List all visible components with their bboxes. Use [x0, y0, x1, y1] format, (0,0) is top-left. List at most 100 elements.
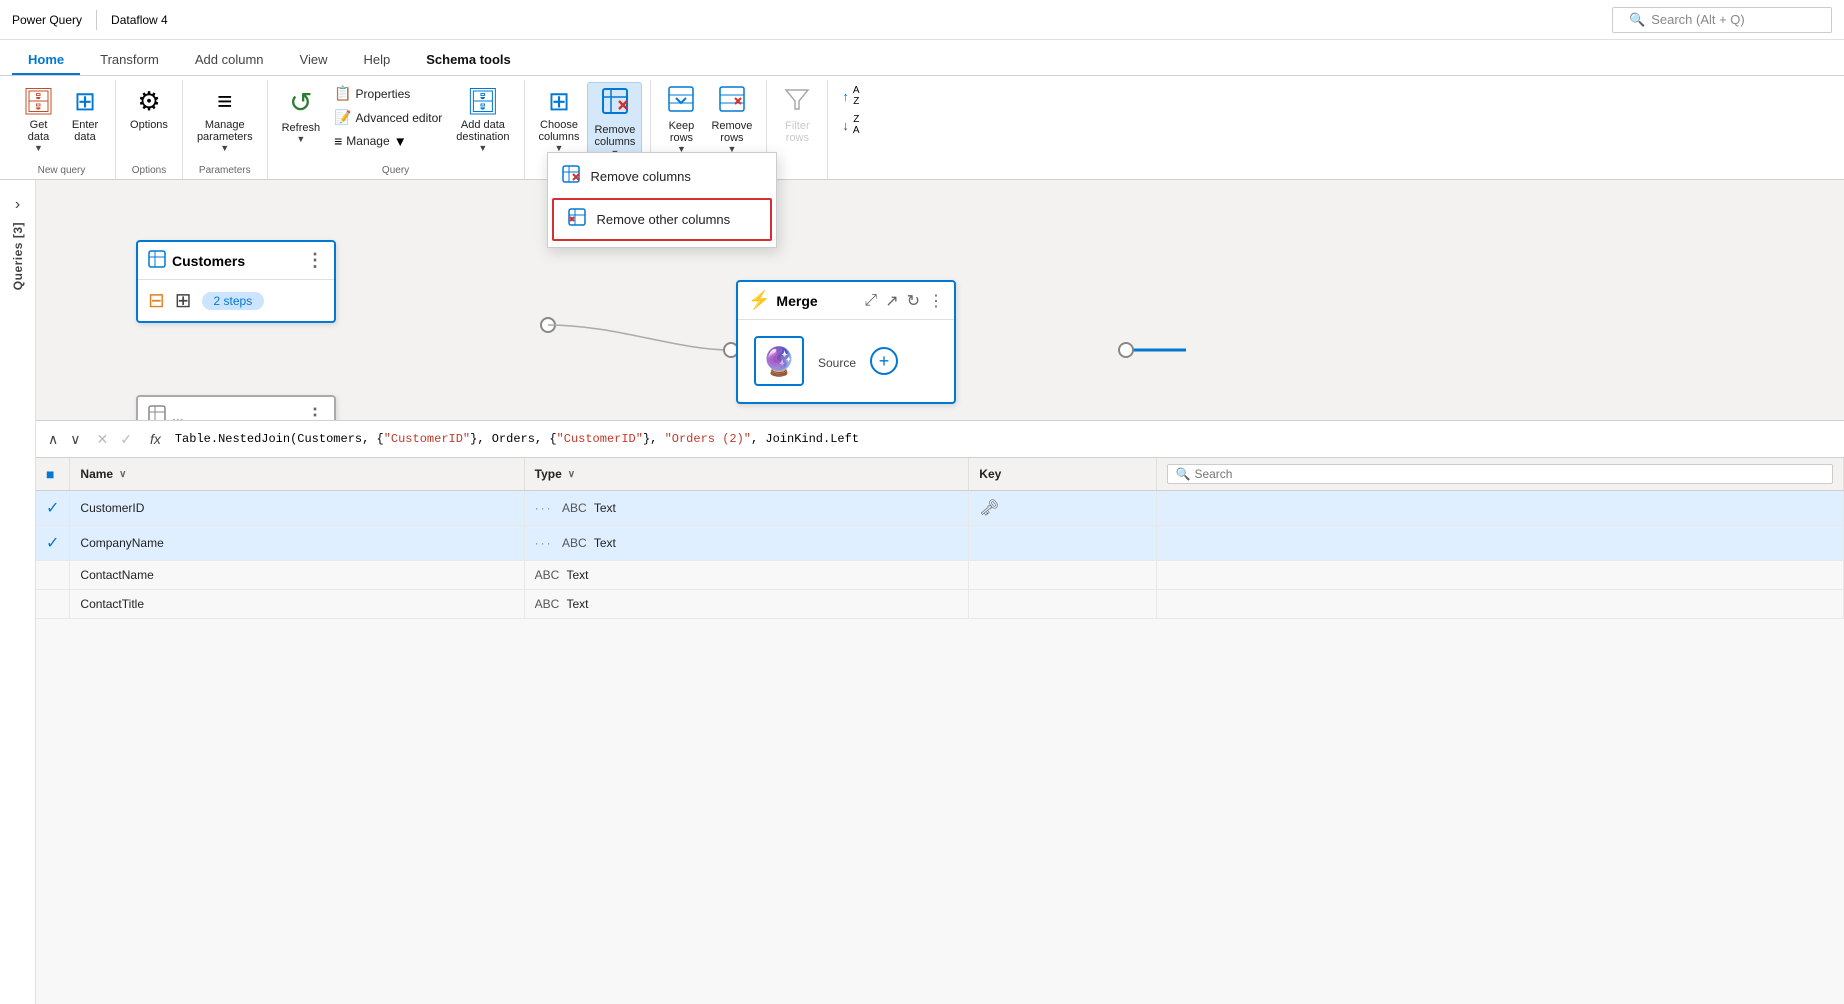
enter-data-label: Enterdata — [72, 119, 98, 143]
tab-schema-tools[interactable]: Schema tools — [410, 46, 527, 75]
row-key-companyname — [969, 526, 1156, 561]
choose-columns-button[interactable]: ⊞ Choosecolumns ▼ — [533, 82, 586, 157]
table-row[interactable]: ✓ CustomerID ··· ABC Text 🗝 — [36, 491, 1844, 526]
customers-icon-1: ⊟ — [148, 288, 165, 313]
customers-card-menu[interactable]: ⋮ — [306, 250, 324, 271]
column-search-input[interactable] — [1194, 467, 1294, 481]
sidebar-label: Queries [3] — [11, 222, 25, 290]
merge-share-icon[interactable]: ⤢ — [864, 292, 877, 310]
merge-expand-icon[interactable]: ↗ — [885, 291, 898, 311]
row-key-contactname — [969, 561, 1156, 590]
remove-rows-label: Removerows — [711, 120, 752, 144]
ribbon-group-items-filter: Filterrows — [775, 82, 819, 174]
row-checkbox-customerid[interactable]: ✓ — [36, 491, 70, 526]
second-card-title: ... — [172, 408, 184, 421]
ribbon-group-query: ↺ Refresh ▼ 📋 Properties 📝 Advanced edit… — [268, 80, 525, 179]
customers-card[interactable]: Customers ⋮ ⊟ ⊞ 2 steps — [136, 240, 336, 323]
remove-columns-menu-icon — [562, 165, 580, 188]
ribbon-group-sort: ↑ AZ ↓ ZA — [828, 80, 873, 179]
manage-params-icon: ≡ — [217, 86, 232, 117]
search-icon: 🔍 — [1629, 12, 1645, 28]
advanced-editor-button[interactable]: 📝 Advanced editor — [328, 106, 448, 129]
data-table-body: ✓ CustomerID ··· ABC Text 🗝 — [36, 491, 1844, 619]
choose-columns-icon: ⊞ — [548, 86, 570, 117]
options-button[interactable]: ⚙ Options — [124, 82, 174, 135]
add-step-button[interactable]: + — [870, 347, 898, 375]
properties-button[interactable]: 📋 Properties — [328, 82, 448, 105]
table-row[interactable]: ContactTitle ABC Text — [36, 590, 1844, 619]
merge-refresh-icon[interactable]: ↻ — [907, 291, 920, 311]
customers-card-title: Customers — [172, 253, 245, 269]
source-icon: 🔮 — [762, 345, 797, 378]
remove-other-columns-item-label: Remove other columns — [596, 212, 730, 227]
merge-menu-icon[interactable]: ⋮ — [928, 291, 944, 311]
second-card[interactable]: ... ⋮ — [136, 395, 336, 420]
keep-rows-button[interactable]: Keeprows ▼ — [659, 82, 703, 158]
row-checkbox-contacttitle[interactable] — [36, 590, 70, 619]
remove-columns-button[interactable]: Removecolumns ▼ — [587, 82, 642, 163]
manage-button[interactable]: ≡ Manage ▼ — [328, 130, 448, 152]
choose-columns-label: Choosecolumns — [539, 119, 580, 143]
canvas-area[interactable]: Customers ⋮ ⊟ ⊞ 2 steps — [36, 180, 1844, 420]
row-dots-companyname[interactable]: ··· — [535, 536, 553, 550]
sort-za-button[interactable]: ↓ ZA — [836, 111, 865, 139]
col-header-type[interactable]: Type ∨ — [524, 458, 969, 491]
ribbon-group-label-new-query: New query — [38, 165, 86, 179]
col-header-key: Key — [969, 458, 1156, 491]
row-extra-contactname — [1156, 561, 1844, 590]
table-header-row: ■ Name ∨ Type ∨ — [36, 458, 1844, 491]
formula-cancel-button[interactable]: ✕ — [93, 429, 113, 450]
second-card-menu[interactable]: ⋮ — [306, 405, 324, 420]
remove-rows-button[interactable]: Removerows ▼ — [705, 82, 758, 158]
source-label-col: Source — [818, 352, 856, 370]
tab-add-column[interactable]: Add column — [179, 46, 280, 75]
row-checkbox-contactname[interactable] — [36, 561, 70, 590]
row-dots-customerid[interactable]: ··· — [535, 501, 553, 515]
sidebar: › Queries [3] — [0, 180, 36, 1004]
filter-rows-button[interactable]: Filterrows — [775, 82, 819, 148]
global-search[interactable]: 🔍 Search (Alt + Q) — [1612, 7, 1832, 33]
ribbon-group-items-options: ⚙ Options — [124, 82, 174, 163]
column-search-box[interactable]: 🔍 — [1167, 464, 1834, 484]
table-row[interactable]: ✓ CompanyName ··· ABC Text — [36, 526, 1844, 561]
row-name-contacttitle: ContactTitle — [70, 590, 524, 619]
col-header-name[interactable]: Name ∨ — [70, 458, 524, 491]
manage-label: Manage — [346, 134, 389, 148]
row-type-companyname: ··· ABC Text — [524, 526, 969, 561]
tab-transform[interactable]: Transform — [84, 46, 175, 75]
remove-columns-dropdown: Remove columns Remove oth — [547, 152, 777, 248]
row-extra-contacttitle — [1156, 590, 1844, 619]
merge-card[interactable]: ⚡ Merge ⤢ ↗ ↻ ⋮ 🔮 Source — [736, 280, 956, 404]
formula-nav-up[interactable]: ∧ — [44, 429, 62, 450]
tab-help[interactable]: Help — [347, 46, 406, 75]
canvas-and-panel: Customers ⋮ ⊟ ⊞ 2 steps — [36, 180, 1844, 1004]
manage-params-button[interactable]: ≡ Manageparameters ▼ — [191, 82, 259, 157]
refresh-label: Refresh — [282, 122, 321, 134]
table-row[interactable]: ContactName ABC Text — [36, 561, 1844, 590]
remove-other-columns-item[interactable]: Remove other columns — [552, 198, 772, 241]
enter-data-icon: ⊞ — [74, 86, 96, 117]
col-header-checkbox[interactable]: ■ — [36, 458, 70, 491]
sort-az-button[interactable]: ↑ AZ — [836, 82, 865, 110]
manage-params-label: Manageparameters — [197, 119, 253, 143]
remove-columns-item[interactable]: Remove columns — [548, 157, 776, 196]
formula-nav-down[interactable]: ∨ — [66, 429, 84, 450]
properties-icon: 📋 — [334, 85, 351, 102]
row-key-contacttitle — [969, 590, 1156, 619]
tab-view[interactable]: View — [284, 46, 344, 75]
customers-card-icon — [148, 250, 166, 271]
row-checkbox-companyname[interactable]: ✓ — [36, 526, 70, 561]
formula-fx-label: fx — [144, 431, 167, 447]
type-text-icon3: ABC — [535, 568, 560, 582]
refresh-button[interactable]: ↺ Refresh ▼ — [276, 82, 327, 148]
add-data-dest-icon: 🗄 — [466, 86, 499, 117]
add-data-dest-button[interactable]: 🗄 Add datadestination ▼ — [450, 82, 515, 157]
enter-data-button[interactable]: ⊞ Enterdata — [63, 82, 107, 147]
data-table-area: ■ Name ∨ Type ∨ — [36, 458, 1844, 1004]
tab-home[interactable]: Home — [12, 46, 80, 75]
get-data-button[interactable]: 🗄 Getdata ▼ — [16, 82, 61, 157]
sidebar-expand-icon[interactable]: › — [15, 196, 20, 214]
advanced-editor-icon: 📝 — [334, 109, 351, 126]
formula-confirm-button[interactable]: ✓ — [116, 429, 136, 450]
manage-icon: ≡ — [334, 133, 342, 149]
